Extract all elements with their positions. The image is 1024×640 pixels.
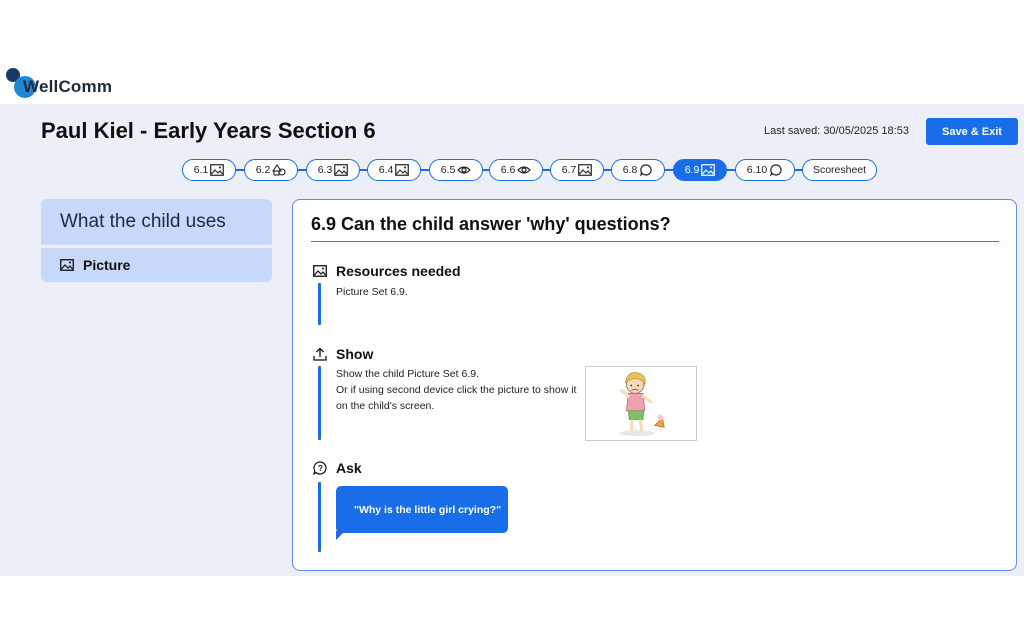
step-tab-2[interactable]: 6.2 [244, 159, 298, 181]
step-label: 6.6 [500, 164, 516, 176]
show-heading-label: Show [336, 346, 374, 362]
step-label: 6.1 [193, 164, 209, 176]
step-label: Scoresheet [812, 164, 867, 176]
show-text: Show the child Picture Set 6.9. Or if us… [336, 366, 576, 414]
step-tab-3[interactable]: 6.3 [306, 159, 360, 181]
page-title: Paul Kiel - Early Years Section 6 [41, 118, 376, 143]
step-tab-8[interactable]: 6.8 [611, 159, 665, 181]
show-bar [318, 366, 321, 440]
picture-icon [60, 259, 74, 271]
step-tab-7[interactable]: 6.7 [550, 159, 604, 181]
picture-icon [701, 164, 716, 176]
question-bubble: "Why is the little girl crying?" [336, 486, 508, 533]
shapes-icon [272, 164, 286, 176]
step-tab-6[interactable]: 6.6 [489, 159, 543, 181]
logo-text: WellComm [23, 77, 113, 96]
picture-icon [313, 265, 327, 277]
step-tab-11[interactable]: Scoresheet [802, 159, 877, 181]
ask-bar [318, 482, 321, 552]
step-tab-4[interactable]: 6.4 [367, 159, 421, 181]
step-tab-1[interactable]: 6.1 [182, 159, 236, 181]
step-label: 6.9 [684, 164, 700, 176]
speech-icon [769, 164, 783, 176]
step-label: 6.10 [746, 164, 768, 176]
title-divider [311, 241, 999, 242]
show-text-line: Show the child Picture Set 6.9. [336, 368, 479, 380]
crying-girl-illustration [619, 372, 665, 437]
resources-text: Picture Set 6.9. [336, 286, 408, 298]
sidebar-item-picture[interactable]: Picture [41, 248, 272, 282]
svg-text:?: ? [318, 464, 323, 473]
wellcomm-logo: WellComm [6, 66, 126, 100]
step-label: 6.8 [622, 164, 638, 176]
resources-heading: Resources needed [313, 263, 461, 279]
step-tab-9[interactable]: 6.9 [673, 159, 727, 181]
question-card: 6.9 Can the child answer 'why' questions… [292, 199, 1017, 571]
picture-icon [395, 164, 410, 176]
show-text-line: Or if using second device click the pict… [336, 384, 577, 396]
share-upload-icon [313, 347, 327, 361]
step-label: 6.2 [255, 164, 271, 176]
step-label: 6.5 [440, 164, 456, 176]
eye-icon [517, 164, 532, 176]
resources-heading-label: Resources needed [336, 263, 461, 279]
ask-heading-label: Ask [336, 460, 362, 476]
step-label: 6.7 [561, 164, 577, 176]
question-title: 6.9 Can the child answer 'why' questions… [311, 214, 671, 234]
picture-icon [334, 164, 349, 176]
show-text-line: on the child's screen. [336, 400, 435, 412]
show-heading: Show [313, 346, 373, 362]
picture-icon [578, 164, 593, 176]
sidebar-item-label: Picture [83, 257, 131, 273]
ask-heading: ? Ask [313, 460, 362, 476]
step-label: 6.3 [317, 164, 333, 176]
eye-icon [457, 164, 472, 176]
sidebar-heading: What the child uses [41, 199, 272, 245]
step-tab-10[interactable]: 6.10 [735, 159, 795, 181]
bubble-tail [336, 531, 345, 540]
last-saved-text: Last saved: 30/05/2025 18:53 [764, 125, 909, 137]
resources-bar [318, 283, 321, 325]
step-tab-5[interactable]: 6.5 [429, 159, 483, 181]
step-label: 6.4 [378, 164, 394, 176]
speech-icon [639, 164, 653, 176]
save-exit-button[interactable]: Save & Exit [926, 118, 1018, 145]
crying-girl-picture[interactable] [585, 366, 697, 441]
speech-bubble-icon: ? [313, 461, 327, 475]
section-stepper: 6.1 6.2 6.3 6.4 6.5 6.6 6.7 6.8 6.9 6.10 Scoreshee… [182, 159, 902, 181]
picture-icon [210, 164, 225, 176]
